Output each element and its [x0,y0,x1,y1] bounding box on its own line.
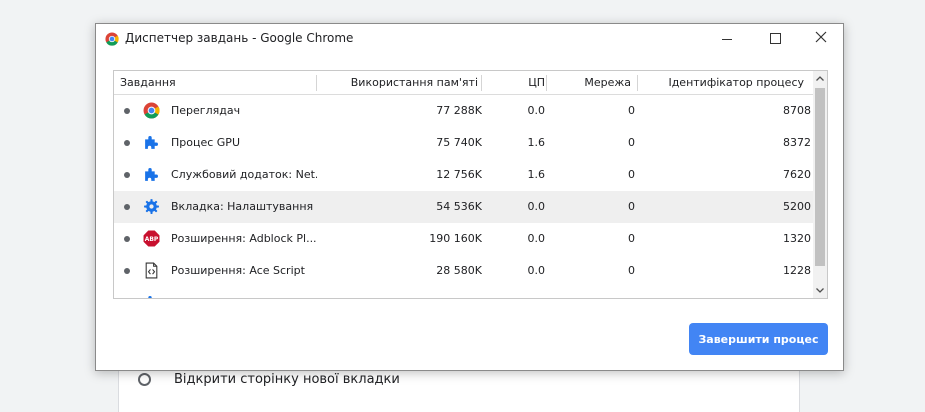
memory-value: 190 160K [429,232,482,245]
task-name: Розширення: Adblock Pl... [171,232,317,245]
scroll-down-icon[interactable] [813,282,827,298]
task-name: Процес GPU [171,136,240,149]
table-body: Переглядач 77 288K 0.0 0 8708 Процес GPU… [114,95,813,298]
open-new-tab-option-label[interactable]: Відкрити сторінку нової вкладки [174,372,400,387]
memory-value: 54 536K [436,200,482,213]
maximize-button[interactable] [752,24,798,54]
table-header: Завдання Використання пам'яті ЦП Мережа … [114,71,813,95]
close-icon [815,31,827,43]
adblock-badge-text: ABP [145,236,159,243]
column-header-pid[interactable]: Ідентифікатор процесу [644,71,804,94]
column-header-cpu[interactable]: ЦП [486,71,545,94]
network-value: 0 [628,136,635,149]
end-process-button[interactable]: Завершити процес [689,323,828,355]
cpu-value: 1.6 [527,168,546,181]
memory-value: 28 580K [436,264,482,277]
network-value: 0 [628,232,635,245]
task-name: Вкладка: Налаштування [171,200,314,213]
minimize-button[interactable] [704,24,750,54]
adblock-icon: ABP [143,230,160,247]
column-divider[interactable] [316,75,317,91]
process-table: Завдання Використання пам'яті ЦП Мережа … [113,70,828,299]
close-button[interactable] [798,24,844,54]
bullet-icon [124,236,130,242]
task-name: Службовий додаток: Net... [171,168,317,181]
title-bar[interactable]: Диспетчер завдань - Google Chrome [96,24,843,54]
vertical-scrollbar[interactable] [813,71,827,298]
column-header-task[interactable]: Завдання [120,71,176,94]
pid-value: 1320 [783,232,811,245]
pid-value: 8708 [783,104,811,117]
table-row[interactable]: Переглядач 77 288K 0.0 0 8708 [114,95,813,127]
column-divider[interactable] [637,75,638,91]
scrollbar-thumb[interactable] [815,88,825,266]
bullet-icon [124,268,130,274]
cpu-value: 0.0 [527,200,546,213]
cpu-value: 1.6 [527,136,546,149]
scroll-up-icon[interactable] [813,71,827,87]
puzzle-icon [145,168,158,181]
column-header-network[interactable]: Мережа [554,71,631,94]
column-divider[interactable] [546,75,547,91]
network-value: 0 [628,264,635,277]
memory-value: 75 740K [436,136,482,149]
pid-value: 8372 [783,136,811,149]
memory-value: 77 288K [436,104,482,117]
cpu-value: 0.0 [527,232,546,245]
chrome-icon [143,102,160,119]
cpu-value: 0.0 [527,264,546,277]
window-title: Диспетчер завдань - Google Chrome [125,31,354,45]
network-value: 0 [628,200,635,213]
table-row[interactable]: Розширення: Ace Script 28 580K 0.0 0 122… [114,255,813,287]
bullet-icon [124,204,130,210]
pid-value: 7620 [783,168,811,181]
table-row[interactable]: Службовий додаток: Net... 12 756K 1.6 0 … [114,159,813,191]
bullet-icon [124,172,130,178]
bullet-icon [124,108,130,114]
cpu-value: 0.0 [527,104,546,117]
bullet-icon [124,140,130,146]
minimize-icon [722,39,732,40]
pid-value: 5200 [783,200,811,213]
table-row-partial[interactable] [114,287,813,298]
column-header-memory[interactable]: Використання пам'яті [318,71,478,94]
task-name: Розширення: Ace Script [171,264,305,277]
maximize-icon [770,33,781,44]
table-row-selected[interactable]: Вкладка: Налаштування 54 536K 0.0 0 5200 [114,191,813,223]
table-row[interactable]: Процес GPU 75 740K 1.6 0 8372 [114,127,813,159]
column-divider[interactable] [481,75,482,91]
puzzle-icon [145,136,158,149]
task-name: Переглядач [171,104,241,117]
memory-value: 12 756K [436,168,482,181]
chrome-logo-icon [105,32,119,46]
puzzle-icon [148,296,152,298]
script-icon [145,262,158,279]
network-value: 0 [628,104,635,117]
table-row[interactable]: ABP Розширення: Adblock Pl... 190 160K 0… [114,223,813,255]
task-manager-window: Диспетчер завдань - Google Chrome Завдан… [95,23,844,371]
gear-icon [144,199,159,214]
pid-value: 1228 [783,264,811,277]
radio-button[interactable] [138,373,151,386]
network-value: 0 [628,168,635,181]
